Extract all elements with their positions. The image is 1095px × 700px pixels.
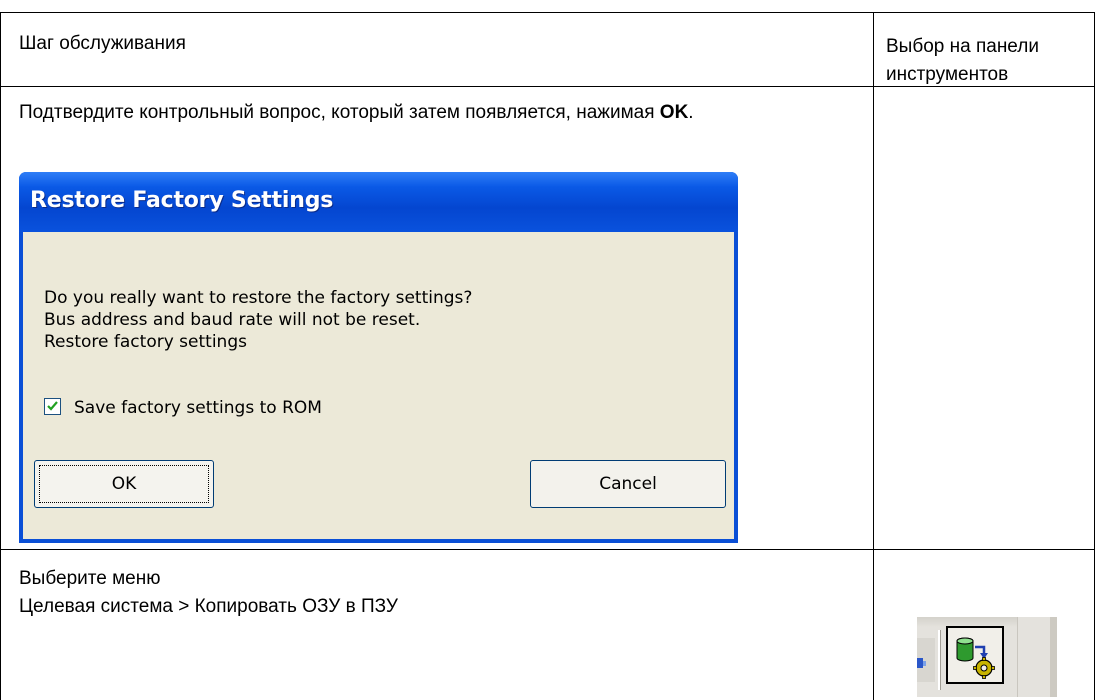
dialog-title: Restore Factory Settings bbox=[30, 188, 334, 213]
dialog-body: Do you really want to restore the factor… bbox=[23, 232, 734, 539]
document-table: Шаг обслуживания Выбор на панели инструм… bbox=[0, 0, 1095, 700]
table-border-top bbox=[0, 12, 1095, 13]
row1-ok-emphasis: OK bbox=[659, 102, 689, 123]
cancel-button-label: Cancel bbox=[599, 474, 657, 494]
row2-instruction: Выберите меню Целевая система > Копирова… bbox=[19, 565, 398, 621]
save-to-rom-label[interactable]: Save factory settings to ROM bbox=[74, 397, 322, 419]
toolbar-snippet bbox=[917, 617, 1057, 697]
toolbar-right-edge bbox=[1017, 617, 1057, 697]
message-line-1: Do you really want to restore the factor… bbox=[44, 288, 473, 308]
row1-text-before: Подтвердите контрольный вопрос, который … bbox=[19, 102, 660, 123]
ok-focus-ring bbox=[39, 465, 209, 503]
header-step: Шаг обслуживания bbox=[19, 33, 186, 54]
column-divider bbox=[873, 12, 874, 700]
toolbar-previous-button[interactable] bbox=[917, 638, 935, 682]
dialog-message: Do you really want to restore the factor… bbox=[44, 287, 472, 353]
partial-icon bbox=[917, 658, 926, 668]
row-divider bbox=[0, 549, 1095, 550]
header-toolbar-selection: Выбор на панели инструментов bbox=[886, 36, 1039, 85]
restore-factory-settings-dialog: Restore Factory Settings Do you really w… bbox=[19, 172, 738, 543]
ok-button[interactable]: OK bbox=[34, 460, 214, 508]
row1-instruction: Подтвердите контрольный вопрос, который … bbox=[19, 99, 869, 127]
row2-line-1: Выберите меню bbox=[19, 568, 161, 589]
row1-text-after: . bbox=[688, 102, 694, 123]
message-line-2: Bus address and baud rate will not be re… bbox=[44, 310, 421, 330]
message-line-3: Restore factory settings bbox=[44, 332, 247, 352]
dialog-titlebar[interactable]: Restore Factory Settings bbox=[19, 172, 738, 232]
table-border-left bbox=[0, 12, 1, 700]
menu-path: Целевая система > Копировать ОЗУ в ПЗУ bbox=[19, 596, 398, 617]
copy-ram-to-rom-button[interactable] bbox=[946, 626, 1004, 684]
checkmark-icon bbox=[47, 401, 58, 411]
save-to-rom-checkbox[interactable] bbox=[44, 398, 61, 415]
toolbar-separator bbox=[938, 630, 941, 690]
cancel-button[interactable]: Cancel bbox=[530, 460, 726, 508]
copy-ram-to-rom-icon bbox=[956, 637, 995, 679]
